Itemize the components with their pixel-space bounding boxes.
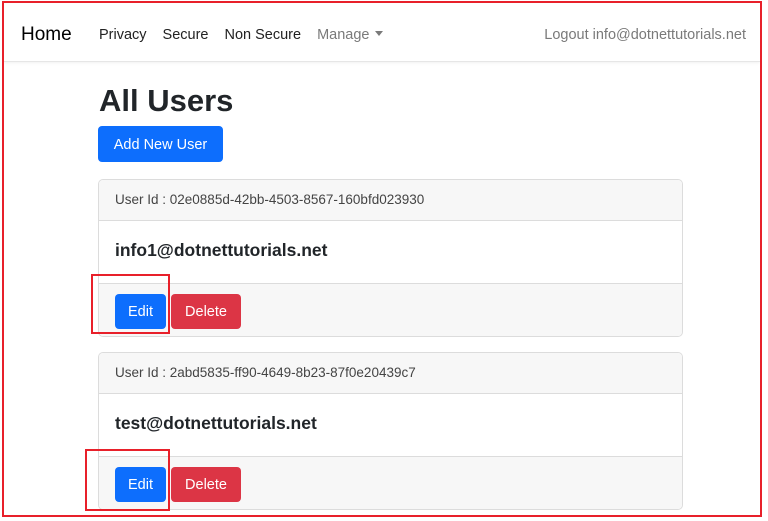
delete-user-button[interactable]: Delete [171, 467, 241, 502]
user-card: User Id : 02e0885d-42bb-4503-8567-160bfd… [98, 179, 683, 337]
add-new-user-button[interactable]: Add New User [98, 126, 223, 162]
screenshot-frame: Home Privacy Secure Non Secure Manage Lo… [2, 1, 762, 517]
user-email: test@dotnettutorials.net [115, 413, 317, 433]
delete-user-button[interactable]: Delete [171, 294, 241, 329]
nav-brand-home[interactable]: Home [21, 24, 72, 46]
nav-link-secure[interactable]: Secure [163, 27, 209, 43]
user-card-footer: Edit Delete [99, 283, 682, 336]
user-card-footer: Edit Delete [99, 456, 682, 509]
edit-user-button[interactable]: Edit [115, 467, 166, 502]
logout-link[interactable]: Logout info@dotnettutorials.net [544, 27, 746, 43]
nav-link-privacy[interactable]: Privacy [99, 27, 147, 43]
edit-user-button[interactable]: Edit [115, 294, 166, 329]
caret-down-icon [375, 31, 384, 36]
nav-dropdown-manage[interactable]: Manage [317, 27, 384, 43]
user-id-header: User Id : 02e0885d-42bb-4503-8567-160bfd… [99, 180, 682, 221]
navbar: Home Privacy Secure Non Secure Manage Lo… [4, 3, 760, 62]
page-title: All Users [99, 83, 234, 118]
user-email: info1@dotnettutorials.net [115, 240, 328, 260]
nav-dropdown-manage-label: Manage [317, 27, 370, 43]
user-card: User Id : 2abd5835-ff90-4649-8b23-87f0e2… [98, 352, 683, 510]
nav-links: Privacy Secure Non Secure Manage [99, 27, 399, 43]
nav-link-non-secure[interactable]: Non Secure [225, 27, 302, 43]
user-id-header: User Id : 2abd5835-ff90-4649-8b23-87f0e2… [99, 353, 682, 394]
